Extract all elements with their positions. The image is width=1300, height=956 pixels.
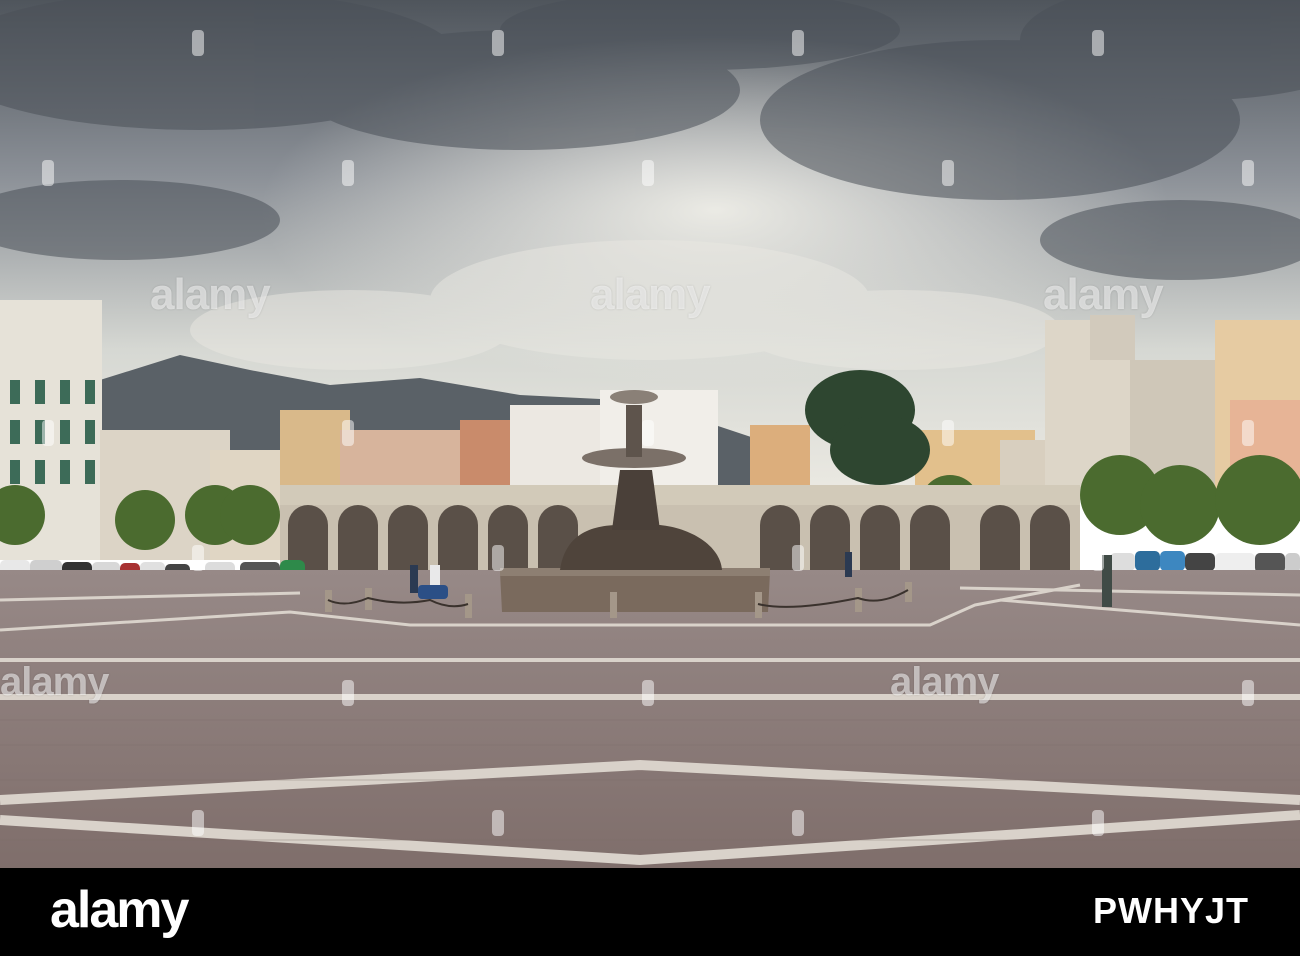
watermark-dot (42, 160, 54, 186)
watermark-mid-right: alamy (890, 660, 999, 704)
watermark-dot (1242, 160, 1254, 186)
watermark-dot (942, 420, 954, 446)
watermark-dot (1242, 420, 1254, 446)
watermark-top-left: alamy (150, 270, 271, 319)
watermark-dot (1092, 30, 1104, 56)
watermark-dot (492, 810, 504, 836)
watermark-dot (1242, 680, 1254, 706)
watermark-dot (642, 420, 654, 446)
watermark-dot (1092, 545, 1104, 571)
watermark-mid-left: alamy (0, 660, 109, 704)
watermark-dot (342, 680, 354, 706)
fountain-column (612, 470, 660, 530)
image-id-label: PWHYJT (1092, 890, 1249, 931)
watermark-dot (792, 30, 804, 56)
watermark-dot (192, 30, 204, 56)
watermark-dot (1092, 810, 1104, 836)
watermark-dot (642, 160, 654, 186)
watermark-dot (342, 160, 354, 186)
watermark-dot (792, 810, 804, 836)
alamy-logo[interactable]: alamy (50, 880, 189, 940)
watermark-dot (192, 545, 204, 571)
watermark-top-right: alamy (1043, 270, 1164, 319)
watermark-dot (642, 680, 654, 706)
watermark-dot (792, 545, 804, 571)
watermark-dot (342, 420, 354, 446)
parked-cars-right (1110, 551, 1300, 573)
watermark-dot (492, 30, 504, 56)
watermark-top-center: alamy (590, 270, 711, 319)
watermark-dot (192, 810, 204, 836)
fountain-upper-bowl (610, 390, 658, 404)
watermark-dot (42, 420, 54, 446)
fountain-basin (500, 572, 770, 612)
stock-photo-frame: alamy alamy alamy alamy alamy alamy PWHY… (0, 0, 1300, 956)
watermark-dot (942, 160, 954, 186)
watermark-dot (492, 545, 504, 571)
